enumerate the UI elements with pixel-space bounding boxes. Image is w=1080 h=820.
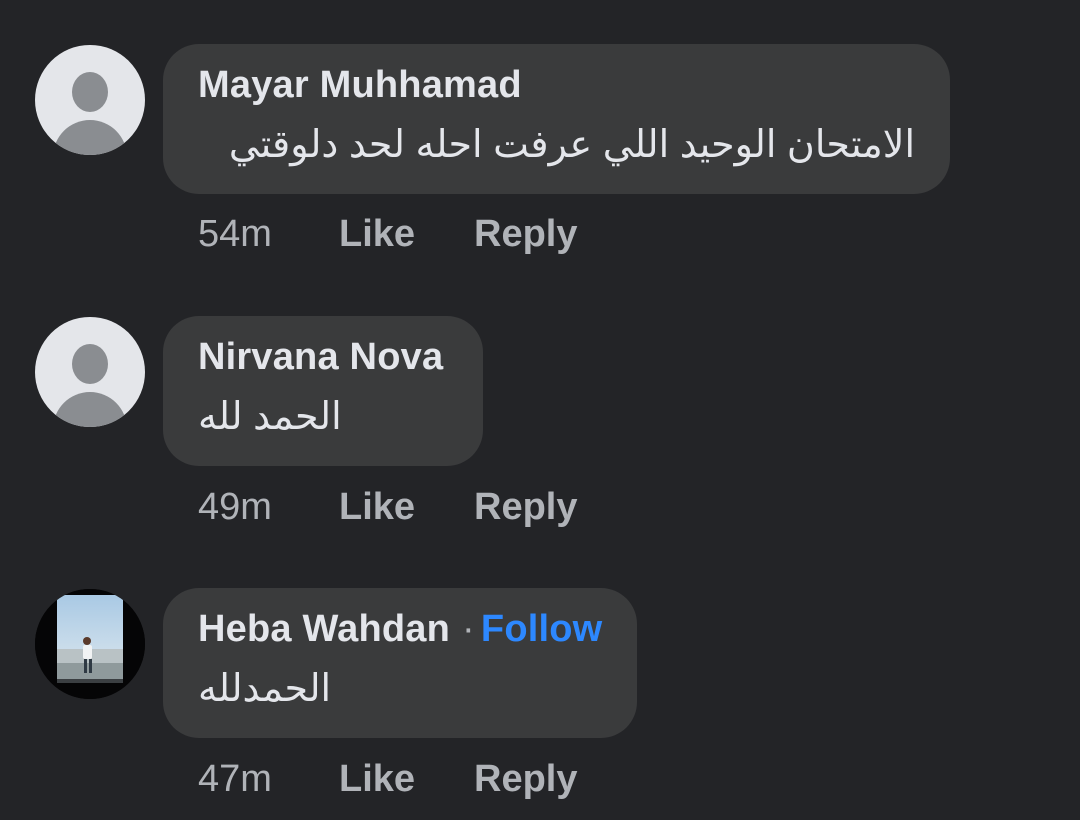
comment-author[interactable]: Mayar Muhhamad	[198, 64, 522, 107]
reply-button[interactable]: Reply	[474, 486, 577, 529]
follow-button[interactable]: Follow	[481, 608, 603, 650]
separator-dot: ·	[462, 608, 475, 650]
comment-author-line: Heba Wahdan · Follow	[198, 608, 602, 651]
profile-photo-avatar[interactable]	[35, 589, 145, 699]
like-button[interactable]: Like	[339, 758, 415, 801]
avatar-head-shape	[72, 344, 108, 384]
like-button[interactable]: Like	[339, 486, 415, 529]
comment-timestamp[interactable]: 47m	[198, 758, 272, 801]
reply-button[interactable]: Reply	[474, 758, 577, 801]
comment-author[interactable]: Nirvana Nova	[198, 336, 443, 379]
comment-bubble[interactable]: Nirvana Nova الحمد لله	[163, 316, 483, 466]
comment-text: الحمدلله	[198, 668, 332, 710]
comment-author[interactable]: Heba Wahdan	[198, 608, 450, 650]
avatar-head-shape	[72, 72, 108, 112]
like-button[interactable]: Like	[339, 213, 415, 256]
reply-button[interactable]: Reply	[474, 213, 577, 256]
comment-timestamp[interactable]: 49m	[198, 486, 272, 529]
comment-timestamp[interactable]: 54m	[198, 213, 272, 256]
comment-bubble[interactable]: Heba Wahdan · Follow الحمدلله	[163, 588, 637, 738]
comment-bubble[interactable]: Mayar Muhhamad الامتحان الوحيد اللي عرفت…	[163, 44, 950, 194]
default-avatar-icon[interactable]	[35, 45, 145, 155]
default-avatar-icon[interactable]	[35, 317, 145, 427]
comment-text: الامتحان الوحيد اللي عرفت احله لحد دلوقت…	[228, 124, 915, 166]
comment-text: الحمد لله	[198, 396, 342, 438]
profile-photo-image	[35, 589, 145, 699]
avatar-shoulders-shape	[53, 392, 127, 427]
avatar-shoulders-shape	[53, 120, 127, 155]
